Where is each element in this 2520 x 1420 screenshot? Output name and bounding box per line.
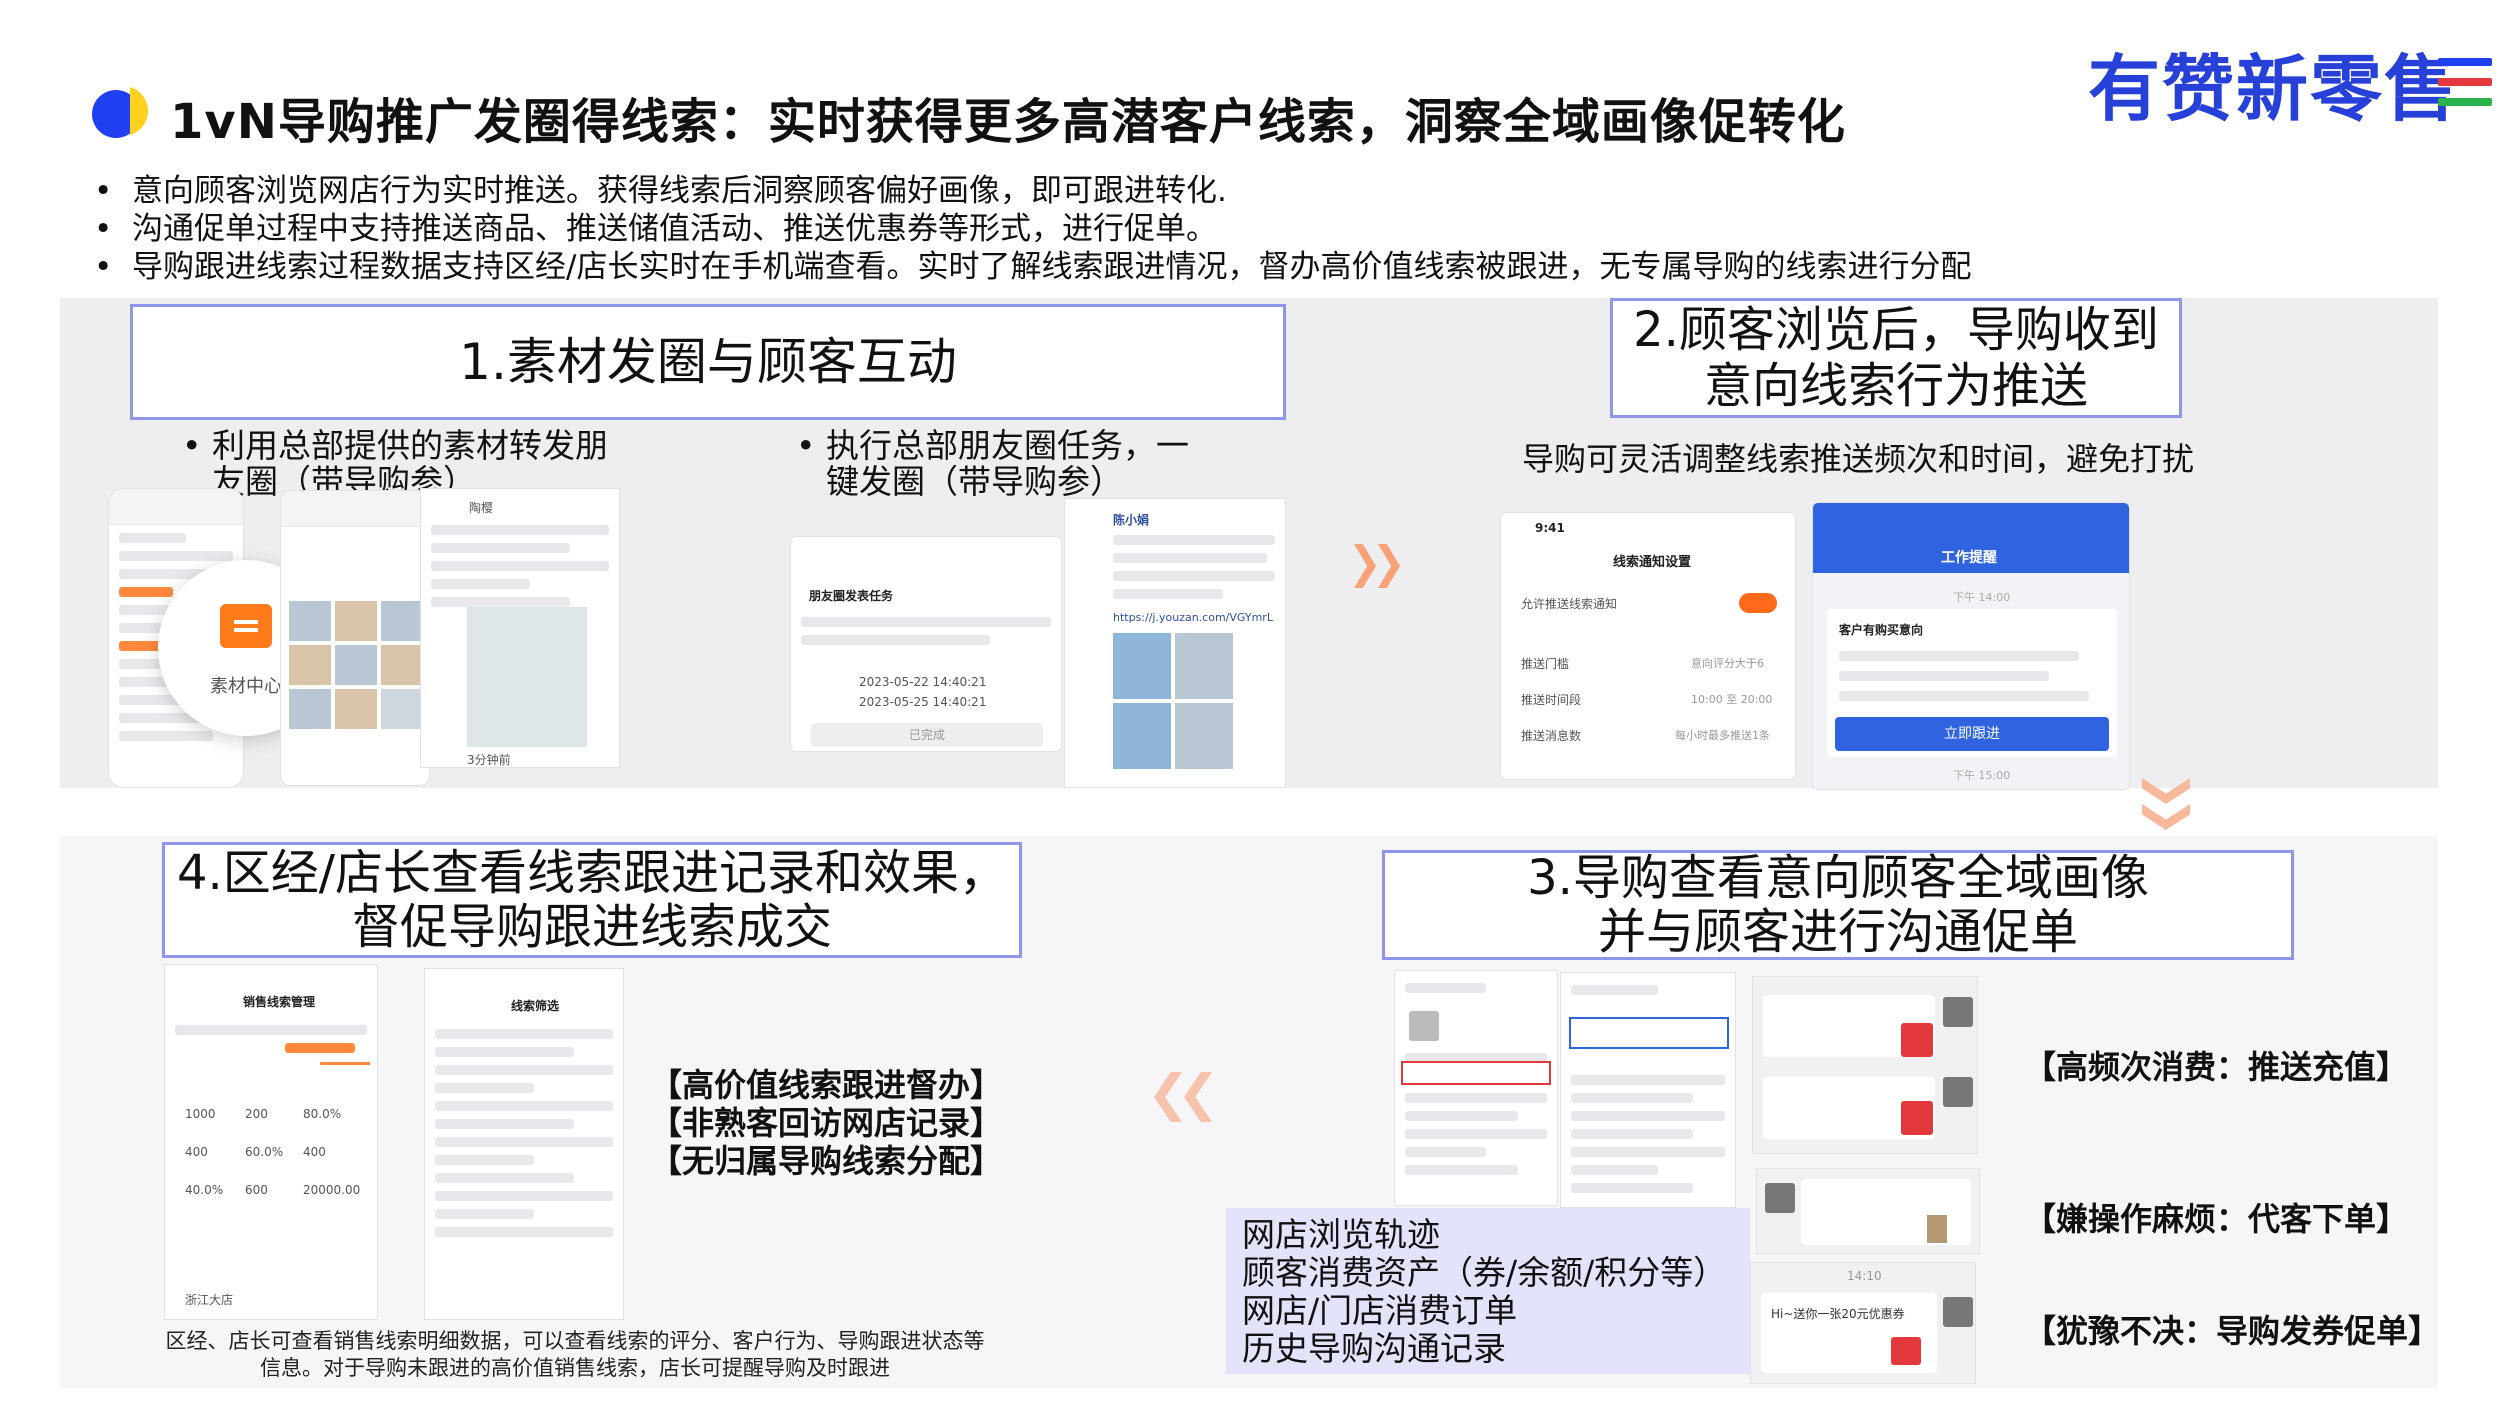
step2-note: 导购可灵活调整线索推送频次和时间，避免打扰	[1522, 440, 2195, 478]
chat-card-recharge	[1752, 976, 1978, 1154]
step3-tag: 【高频次消费：推送充值】	[2024, 1048, 2409, 1086]
folder-icon	[220, 604, 272, 648]
lead-manage-title: 销售线索管理	[243, 995, 316, 1009]
lead-filter-title: 线索筛选	[511, 999, 560, 1013]
stat-value: 200	[245, 1107, 268, 1121]
step4-title-line1: 4.区经/店长查看线索跟进记录和效果，	[177, 845, 1007, 901]
intro-bullet: 导购跟进线索过程数据支持区经/店长实时在手机端查看。实时了解线索跟进情况，督办高…	[90, 248, 1971, 286]
step1-title-text: 1.素材发圈与顾客互动	[459, 333, 957, 391]
avatar	[1943, 997, 1973, 1027]
brand-bars-icon	[2438, 58, 2492, 106]
task-end: 2023-05-25 14:40:21	[859, 695, 987, 709]
avatar	[1943, 1077, 1973, 1107]
page-title: 1vN导购推广发圈得线索：实时获得更多高潜客户线索，洞察全域画像促转化	[170, 94, 1846, 150]
task-start: 2023-05-22 14:40:21	[859, 675, 987, 689]
step4-caption: 区经、店长可查看销售线索明细数据，可以查看线索的评分、客户行为、导购跟进状态等信…	[165, 1329, 985, 1380]
step1-bullet-b: • 执行总部朋友圈任务，一键发圈（带导购参）	[796, 426, 1189, 501]
notify-row-label: 推送时间段	[1521, 693, 1582, 707]
step1-bullet-b-text: 执行总部朋友圈任务，一键发圈（带导购参）	[826, 426, 1189, 501]
lead-filter-screenshot: 线索筛选	[424, 968, 624, 1320]
task-screenshot: 朋友圈发表任务 2023-05-22 14:40:21 2023-05-25 1…	[790, 536, 1062, 752]
notify-settings-title: 线索通知设置	[1613, 555, 1692, 570]
follow-up-button[interactable]: 立即跟进	[1835, 717, 2109, 751]
moment-time: 3分钟前	[467, 753, 511, 767]
arrow-right-icon	[1354, 544, 1414, 588]
stat-value: 80.0%	[303, 1107, 342, 1121]
step3-tag: 【犹豫不决：导购发券促单】	[2024, 1312, 2441, 1350]
coupon-icon	[1891, 1337, 1921, 1365]
brand-logo: 有赞新零售	[2088, 47, 2459, 131]
store-name: 浙江大店	[185, 1293, 234, 1307]
slide: 1vN导购推广发圈得线索：实时获得更多高潜客户线索，洞察全域画像促转化 有赞新零…	[0, 0, 2520, 1420]
work-reminder-screenshot: 工作提醒 下午 14:00 客户有购买意向 立即跟进 下午 15:00	[1812, 502, 2130, 790]
lead-manage-screenshot: 销售线索管理 1000 200 80.0% 400 60.0% 400 40.0…	[164, 964, 378, 1320]
notify-settings-screenshot: 9:41 线索通知设置 允许推送线索通知 推送门槛 意向评分大于6 推送时间段 …	[1500, 512, 1796, 780]
work-reminder-title: 工作提醒	[1941, 550, 1997, 566]
intro-bullet: 意向顾客浏览网店行为实时推送。获得线索后洞察顾客偏好画像，即可跟进转化.	[90, 172, 1971, 210]
clock: 9:41	[1535, 521, 1565, 535]
customer-profile-screenshot	[1394, 970, 1558, 1206]
moment-user2: 陶樱	[469, 501, 494, 515]
material-grid-screenshot	[280, 490, 430, 786]
time-a: 下午 14:00	[1953, 591, 2011, 604]
profile-item: 历史导购沟通记录	[1242, 1329, 1506, 1368]
chat-card-order	[1756, 1168, 1980, 1254]
moment-user: 陈小娟	[1113, 513, 1150, 527]
step4-title-line2: 督促导购跟进线索成交	[351, 899, 832, 955]
step4-tags: 【高价值线索跟进督办】 【非熟客回访网店记录】 【无归属导购线索分配】	[650, 1066, 1002, 1180]
arrow-down-icon	[2142, 778, 2190, 838]
chat-card-coupon: 14:10 Hi~送你一张20元优惠券	[1750, 1262, 1976, 1384]
step2-title-line2: 意向线索行为推送	[1703, 358, 2088, 414]
step3-tag: 【嫌操作麻烦：代客下单】	[2024, 1200, 2409, 1238]
task-done-button[interactable]: 已完成	[811, 723, 1043, 747]
step3-title-line1: 3.导购查看意向顾客全域画像	[1527, 850, 2149, 906]
recharge-icon	[1901, 1023, 1933, 1057]
step3-title: 3.导购查看意向顾客全域画像 并与顾客进行沟通促单	[1382, 850, 2294, 960]
time-b: 下午 15:00	[1953, 769, 2011, 782]
notify-row-value[interactable]: 每小时最多推送1条	[1675, 727, 1770, 743]
intro-bullet: 沟通促单过程中支持推送商品、推送储值活动、推送优惠券等形式，进行促单。	[90, 210, 1971, 248]
notify-row-label: 允许推送线索通知	[1521, 597, 1618, 611]
step4-title: 4.区经/店长查看线索跟进记录和效果， 督促导购跟进线索成交	[162, 842, 1022, 958]
arrow-left-icon	[1154, 1072, 1220, 1122]
card-title: 客户有购买意向	[1839, 623, 1924, 637]
stat-value: 400	[303, 1145, 326, 1159]
stat-value: 40.0%	[185, 1183, 224, 1197]
avatar	[1943, 1297, 1973, 1327]
intro-bullets: 意向顾客浏览网店行为实时推送。获得线索后洞察顾客偏好画像，即可跟进转化. 沟通促…	[90, 172, 1971, 286]
step2-title: 2.顾客浏览后，导购收到 意向线索行为推送	[1610, 298, 2182, 418]
task-title: 朋友圈发表任务	[809, 589, 894, 603]
stat-value: 1000	[185, 1107, 216, 1121]
notify-toggle[interactable]	[1739, 593, 1777, 613]
profile-item: 网店浏览轨迹	[1242, 1215, 1440, 1254]
notify-row-value[interactable]: 意向评分大于6	[1691, 655, 1764, 671]
profile-item: 顾客消费资产（券/余额/积分等）	[1242, 1253, 1727, 1292]
step4-tag: 【无归属导购线索分配】	[650, 1142, 1003, 1180]
moment-share-screenshot: 陈小娟 https://j.youzan.com/VGYmrL	[1064, 498, 1286, 788]
step2-title-line1: 2.顾客浏览后，导购收到	[1633, 302, 2159, 358]
stat-value: 400	[185, 1145, 208, 1159]
stat-value: 600	[245, 1183, 268, 1197]
highlight-connector	[320, 1062, 370, 1065]
step1-title: 1.素材发圈与顾客互动	[130, 304, 1286, 420]
stat-value: 20000.00	[303, 1183, 361, 1197]
moment-link[interactable]: https://j.youzan.com/VGYmrL	[1113, 611, 1273, 624]
step3-title-line2: 并与顾客进行沟通促单	[1597, 904, 2078, 960]
step4-tag: 【非熟客回访网店记录】	[650, 1104, 1003, 1142]
notify-row-label: 推送门槛	[1521, 657, 1570, 671]
customer-track-screenshot	[1560, 972, 1736, 1208]
moment-image	[467, 607, 587, 747]
customer-profile-summary: 网店浏览轨迹 顾客消费资产（券/余额/积分等） 网店/门店消费订单 历史导购沟通…	[1226, 1208, 1750, 1374]
step4-tag: 【高价值线索跟进督办】	[650, 1066, 1003, 1104]
chat-time: 14:10	[1847, 1269, 1882, 1283]
recharge-icon	[1901, 1101, 1933, 1135]
stat-value: 60.0%	[245, 1145, 284, 1159]
profile-item: 网店/门店消费订单	[1242, 1291, 1518, 1330]
notify-row-value[interactable]: 10:00 至 20:00	[1691, 691, 1772, 707]
product-thumb	[1927, 1215, 1947, 1243]
chat-coupon-text: Hi~送你一张20元优惠券	[1771, 1307, 1905, 1321]
notify-row-label: 推送消息数	[1521, 729, 1582, 743]
moment-post-screenshot: 陶樱 3分钟前	[420, 488, 620, 768]
avatar	[1765, 1183, 1795, 1213]
